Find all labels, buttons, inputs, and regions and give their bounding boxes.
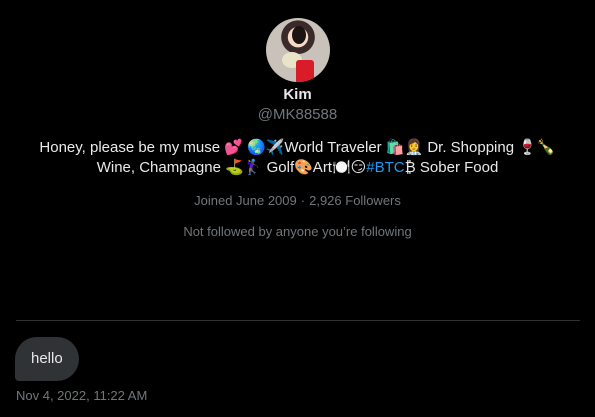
profile-header: Kim @MK88588 Honey, please be my muse 💕 … <box>0 0 595 240</box>
bio-line-2-prefix: Wine, Champagne ⛳🏌️‍♀️ Golf🎨Art🍽️😏 <box>96 159 367 176</box>
avatar-skirt <box>295 60 314 82</box>
avatar-hair <box>291 26 306 44</box>
bio-line-1: Honey, please be my muse 💕 🌏✈️World Trav… <box>39 139 556 156</box>
message-bubble[interactable]: hello <box>15 337 79 381</box>
profile-bio: Honey, please be my muse 💕 🌏✈️World Trav… <box>18 138 578 178</box>
not-followed-note: Not followed by anyone you’re following <box>183 224 412 239</box>
bio-line-2: Wine, Champagne ⛳🏌️‍♀️ Golf🎨Art🍽️😏#BTC₿ … <box>18 158 578 178</box>
profile-handle[interactable]: @MK88588 <box>258 105 337 125</box>
profile-meta: Joined June 2009 · 2,926 Followers <box>194 193 401 209</box>
bio-line-2-suffix: ₿ Sober Food <box>404 159 499 176</box>
divider <box>16 320 580 321</box>
joined-date: Joined June 2009 <box>194 193 297 208</box>
followers-count[interactable]: 2,926 Followers <box>309 193 401 209</box>
bio-hashtag-btc[interactable]: #BTC <box>366 159 404 176</box>
profile-name[interactable]: Kim <box>283 86 311 104</box>
avatar[interactable] <box>265 18 330 82</box>
message-timestamp: Nov 4, 2022, 11:22 AM <box>16 388 148 403</box>
meta-separator: · <box>300 193 306 208</box>
